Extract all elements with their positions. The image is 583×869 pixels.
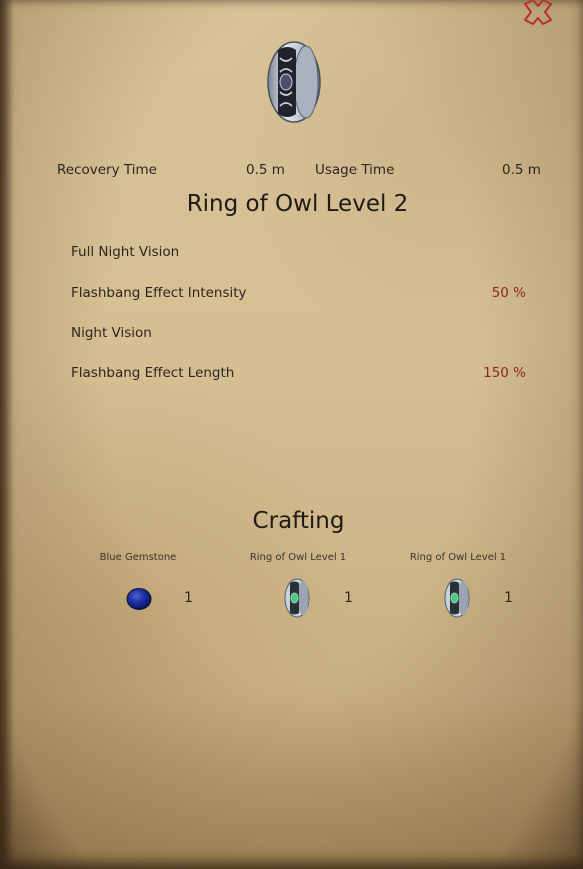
ring-icon (266, 40, 322, 124)
book-spine (0, 0, 14, 869)
parchment-page: Recovery Time 0.5 m Usage Time 0.5 m Rin… (0, 0, 583, 869)
attribute-name: Full Night Vision (71, 244, 180, 260)
attribute-name: Flashbang Effect Intensity (71, 285, 247, 301)
ingredient-name: Ring of Owl Level 1 (409, 552, 507, 563)
attribute-name: Night Vision (71, 325, 152, 341)
close-icon (524, 0, 552, 25)
item-title: Ring of Owl Level 2 (186, 191, 409, 217)
recovery-time-label: Recovery Time (57, 162, 157, 178)
attribute-name: Flashbang Effect Length (71, 365, 235, 381)
ingredient-quantity: 1 (504, 590, 513, 606)
ingredient-name: Ring of Owl Level 1 (249, 552, 347, 563)
blue-gemstone-icon[interactable] (126, 587, 152, 615)
usage-time-label: Usage Time (315, 162, 395, 178)
crafting-title: Crafting (252, 508, 345, 534)
ingredient-name: Blue Gemstone (99, 552, 177, 563)
attribute-value: 50 % (491, 285, 526, 301)
recovery-time-value: 0.5 m (246, 162, 285, 178)
ring-icon[interactable] (444, 578, 470, 622)
ring-icon[interactable] (284, 578, 310, 622)
usage-time-value: 0.5 m (502, 162, 541, 178)
ingredient-quantity: 1 (344, 590, 353, 606)
attribute-value: 150 % (483, 365, 526, 381)
close-button[interactable] (520, 0, 556, 26)
ingredient-quantity: 1 (184, 590, 193, 606)
